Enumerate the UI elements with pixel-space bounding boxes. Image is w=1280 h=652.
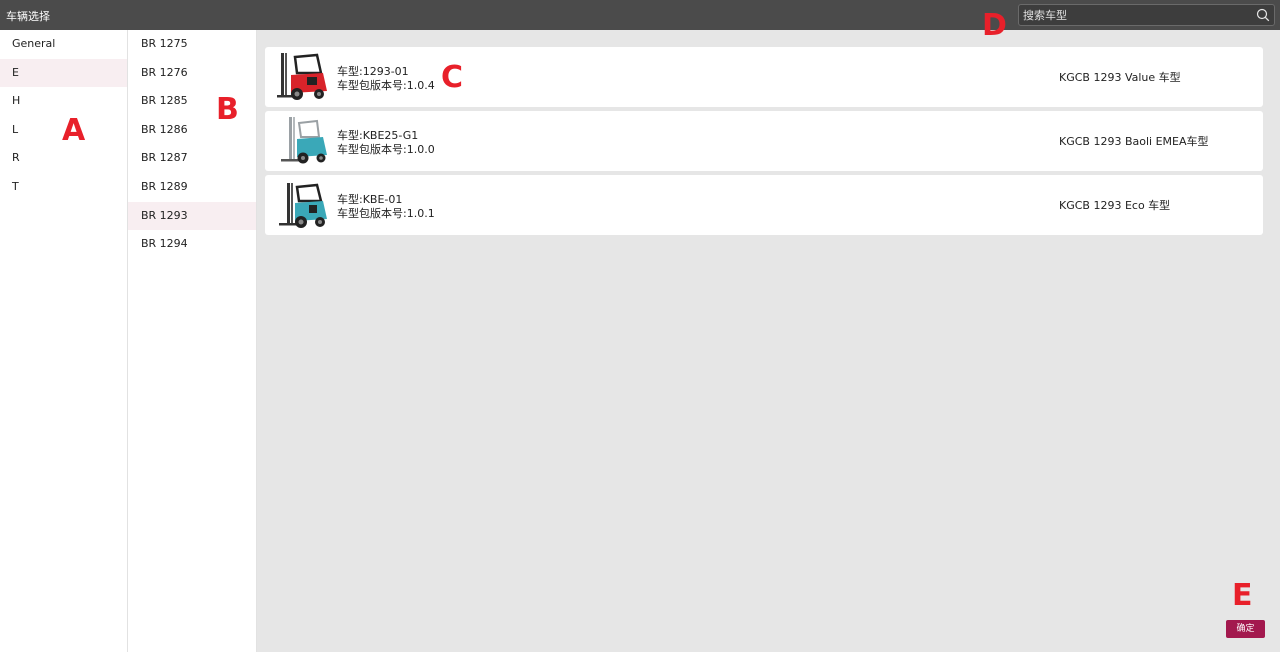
window-title: 车辆选择 bbox=[6, 10, 50, 23]
series-item[interactable]: BR 1276 bbox=[128, 59, 256, 88]
vehicle-model: 车型:1293-01 bbox=[337, 65, 409, 78]
series-item[interactable]: BR 1289 bbox=[128, 173, 256, 202]
annotation-marker-b: B bbox=[216, 92, 239, 127]
vehicle-version: 车型包版本号:1.0.4 bbox=[337, 79, 435, 92]
category-item[interactable]: R bbox=[0, 144, 127, 173]
series-item[interactable]: BR 1275 bbox=[128, 30, 256, 59]
vehicle-description: KGCB 1293 Eco 车型 bbox=[1059, 199, 1171, 212]
title-bar: 车辆选择 bbox=[0, 0, 1280, 30]
vehicle-description: KGCB 1293 Baoli EMEA车型 bbox=[1059, 135, 1209, 148]
vehicle-card[interactable]: 车型:KBE25-G1 车型包版本号:1.0.0 KGCB 1293 Baoli… bbox=[265, 111, 1263, 171]
annotation-marker-a: A bbox=[62, 113, 86, 148]
search-icon[interactable] bbox=[1256, 8, 1270, 22]
search-box[interactable] bbox=[1018, 4, 1275, 26]
category-item-selected[interactable]: E bbox=[0, 58, 127, 88]
series-item[interactable]: BR 1287 bbox=[128, 144, 256, 173]
annotation-marker-d: D bbox=[982, 8, 1007, 43]
forklift-red-icon bbox=[277, 53, 327, 100]
search-input[interactable] bbox=[1023, 6, 1253, 24]
annotation-marker-c: C bbox=[441, 60, 464, 95]
category-item[interactable]: T bbox=[0, 173, 127, 202]
forklift-teal-icon bbox=[279, 183, 327, 228]
forklift-teal-icon bbox=[281, 117, 327, 164]
vehicle-model: 车型:KBE25-G1 bbox=[337, 129, 419, 142]
annotation-marker-e: E bbox=[1232, 578, 1253, 613]
series-item-selected[interactable]: BR 1293 bbox=[128, 201, 256, 231]
category-item[interactable]: General bbox=[0, 30, 127, 59]
vehicle-card[interactable]: 车型:1293-01 车型包版本号:1.0.4 KGCB 1293 Value … bbox=[265, 47, 1263, 107]
vehicle-model: 车型:KBE-01 bbox=[337, 193, 403, 206]
series-item[interactable]: BR 1294 bbox=[128, 230, 256, 259]
vehicle-card[interactable]: 车型:KBE-01 车型包版本号:1.0.1 KGCB 1293 Eco 车型 bbox=[265, 175, 1263, 235]
vehicle-version: 车型包版本号:1.0.1 bbox=[337, 207, 435, 220]
category-item[interactable]: H bbox=[0, 87, 127, 116]
vehicle-description: KGCB 1293 Value 车型 bbox=[1059, 71, 1181, 84]
vehicle-version: 车型包版本号:1.0.0 bbox=[337, 143, 435, 156]
confirm-button[interactable]: 确定 bbox=[1226, 620, 1265, 638]
vehicle-list: 车型:1293-01 车型包版本号:1.0.4 KGCB 1293 Value … bbox=[257, 30, 1280, 652]
